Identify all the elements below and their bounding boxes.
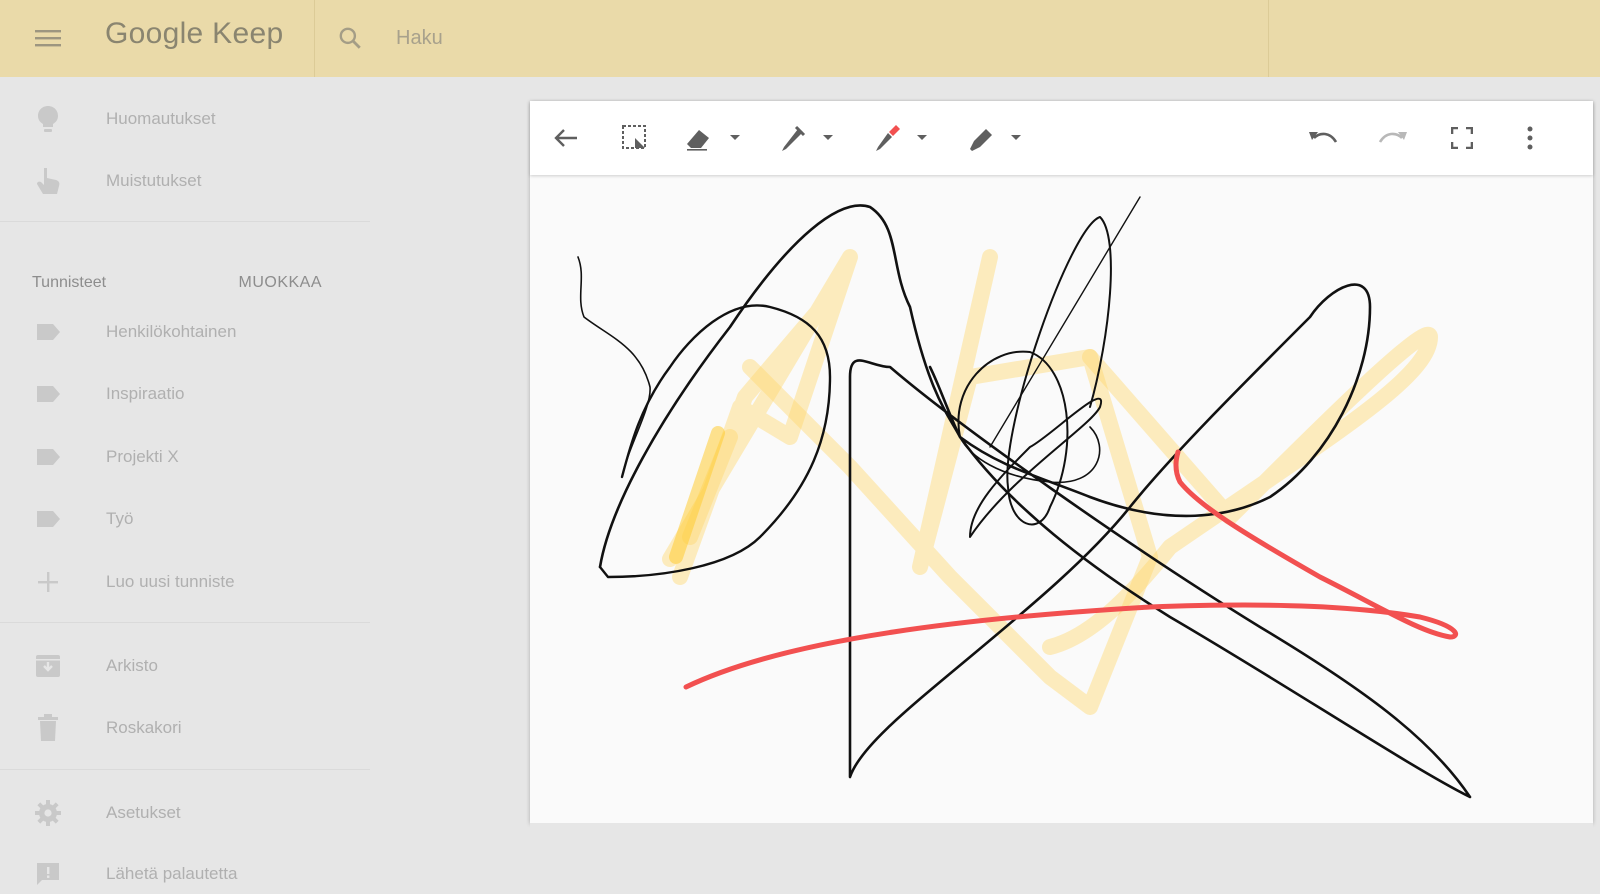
archive-icon: [32, 650, 64, 682]
search-icon[interactable]: [334, 22, 366, 54]
menu-icon[interactable]: [32, 22, 64, 54]
more-vert-icon: [1527, 126, 1533, 150]
card-footer-area: [530, 823, 1593, 894]
redo-button[interactable]: [1374, 121, 1412, 155]
sidebar-item-label: Huomautukset: [106, 109, 216, 128]
sidebar-item-archive[interactable]: Arkisto: [0, 638, 370, 694]
sidebar-item-label: Luo uusi tunniste: [106, 572, 235, 591]
sidebar-item-label: Muistutukset: [106, 171, 202, 190]
create-label-button[interactable]: Luo uusi tunniste: [0, 554, 370, 610]
sidebar-item-settings[interactable]: Asetukset: [0, 785, 370, 841]
sidebar-item-label: Työ: [106, 509, 134, 528]
sidebar-item-label: Asetukset: [106, 803, 181, 822]
gear-icon: [32, 797, 64, 829]
undo-icon: [1309, 132, 1338, 143]
sidebar-item-label: Inspiraatio: [106, 384, 185, 403]
chevron-down-icon[interactable]: [822, 134, 834, 142]
header-divider: [1268, 0, 1269, 77]
fullscreen-icon: [1451, 127, 1473, 149]
fullscreen-button[interactable]: [1444, 121, 1480, 155]
app-header: Google Keep: [0, 0, 1600, 77]
more-options-button[interactable]: [1512, 121, 1548, 155]
chevron-down-icon[interactable]: [729, 134, 741, 142]
eraser-tool-button[interactable]: [680, 121, 744, 155]
chevron-down-icon[interactable]: [1010, 134, 1022, 142]
marker-tool-button[interactable]: [868, 121, 932, 155]
ink-stroke: [598, 204, 1472, 799]
search-input[interactable]: [396, 18, 1196, 58]
lightbulb-icon: [32, 103, 64, 135]
trash-icon: [32, 712, 64, 744]
redo-icon: [1378, 132, 1407, 143]
label-icon: [32, 378, 64, 410]
sidebar-item-label: Lähetä palautetta: [106, 864, 238, 883]
sidebar-item-label: Arkisto: [106, 656, 158, 675]
arrow-left-icon: [554, 129, 577, 147]
sidebar-item-label-projekti-x[interactable]: Projekti X: [0, 429, 370, 485]
marker-icon: [876, 125, 900, 151]
pen-icon: [782, 125, 806, 151]
pen-tool-button[interactable]: [774, 121, 838, 155]
selection-icon: [622, 125, 646, 149]
sidebar-item-trash[interactable]: Roskakori: [0, 700, 370, 756]
edit-labels-button[interactable]: MUOKKAA: [238, 274, 322, 292]
sidebar-divider: [0, 769, 370, 770]
sidebar-item-label: Henkilökohtainen: [106, 322, 237, 341]
labels-section-header: Tunnisteet MUOKKAA: [32, 263, 322, 303]
highlighter-icon: [970, 129, 992, 151]
drawing-canvas[interactable]: [530, 177, 1593, 823]
sidebar-item-feedback[interactable]: Lähetä palautetta: [0, 846, 370, 894]
undo-button[interactable]: [1304, 121, 1342, 155]
ink-stroke: [969, 397, 1103, 538]
labels-title: Tunnisteet: [32, 274, 107, 291]
label-icon: [32, 441, 64, 473]
select-tool-button[interactable]: [617, 121, 653, 155]
sidebar-item-reminders[interactable]: Muistutukset: [0, 153, 370, 209]
plus-icon: [32, 566, 64, 598]
sidebar-item-label: Roskakori: [106, 718, 182, 737]
drawing-toolbar: [530, 101, 1593, 175]
label-icon: [32, 316, 64, 348]
sidebar-item-label: Projekti X: [106, 447, 179, 466]
feedback-icon: [32, 858, 64, 890]
highlighter-tool-button[interactable]: [962, 121, 1026, 155]
sidebar: Huomautukset Muistutukset Tunnisteet MUO…: [0, 77, 370, 894]
sidebar-divider: [0, 622, 370, 623]
highlighter-stroke: [1042, 326, 1438, 655]
drawing-strokes: [577, 196, 1472, 799]
sidebar-item-label-inspiraatio[interactable]: Inspiraatio: [0, 366, 370, 422]
ink-stroke: [577, 256, 651, 478]
header-divider: [314, 0, 315, 77]
sidebar-divider: [0, 221, 370, 222]
chevron-down-icon[interactable]: [916, 134, 928, 142]
back-button[interactable]: [548, 121, 584, 155]
drawing-editor: [530, 101, 1593, 823]
sidebar-item-notes[interactable]: Huomautukset: [0, 91, 370, 147]
label-icon: [32, 503, 64, 535]
sidebar-item-label-tyo[interactable]: Työ: [0, 491, 370, 547]
eraser-icon: [687, 130, 709, 151]
sidebar-item-label-henkilokohtainen[interactable]: Henkilökohtainen: [0, 304, 370, 360]
reminder-hand-icon: [32, 165, 64, 197]
app-logo[interactable]: Google Keep: [105, 17, 283, 51]
